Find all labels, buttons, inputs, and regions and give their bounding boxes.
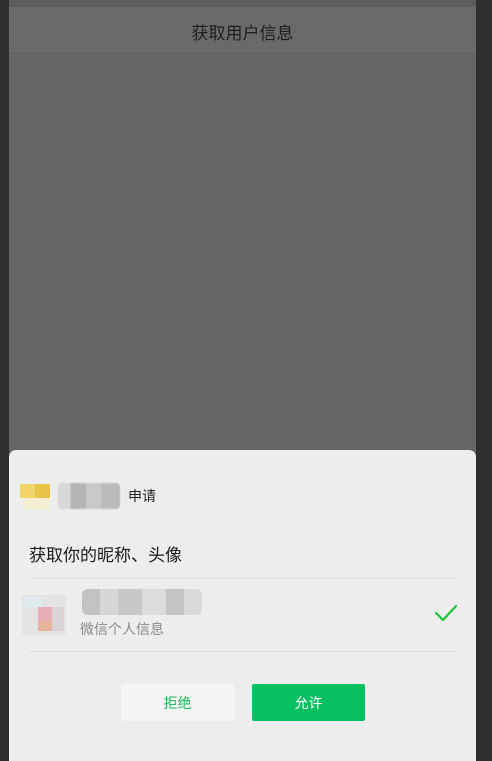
divider	[29, 651, 456, 652]
permission-scope-text: 获取你的昵称、头像	[29, 546, 182, 566]
allow-button[interactable]: 允许	[252, 684, 365, 721]
navigation-bar: 获取用户信息	[9, 0, 476, 54]
app-logo	[20, 480, 52, 512]
page-title: 获取用户信息	[191, 23, 294, 44]
deny-button[interactable]: 拒绝	[121, 684, 234, 721]
app-name-redacted	[58, 483, 120, 509]
divider	[29, 578, 456, 579]
authorization-sheet: 申请 获取你的昵称、头像 微信个人信息 拒绝 允许	[9, 450, 476, 761]
nickname-redacted	[82, 589, 202, 615]
account-label: 微信个人信息	[80, 622, 164, 638]
apply-label: 申请	[128, 489, 156, 505]
app-info-row: 申请	[20, 480, 156, 512]
account-option[interactable]: 微信个人信息	[22, 589, 462, 639]
avatar	[22, 595, 66, 635]
check-icon	[434, 604, 458, 622]
phone-screen: 获取用户信息 申请 获取你的昵称、头像 微信个人信息 拒绝 允许	[9, 0, 476, 761]
